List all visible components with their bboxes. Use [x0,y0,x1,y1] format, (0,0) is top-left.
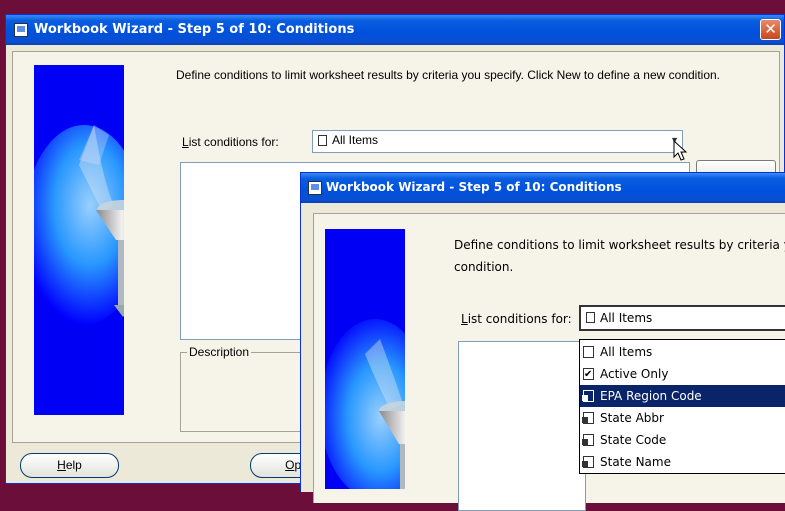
dropdown-item-state-name[interactable]: State Name [580,451,785,473]
locked-item-icon [582,390,594,402]
dropdown-item-state-code[interactable]: State Code [580,429,785,451]
conditions-dropdown-list[interactable]: All Items Active Only EPA Region Code St… [579,339,785,474]
document-icon [583,346,594,358]
front-content-panel: Define conditions to limit worksheet res… [313,213,785,511]
locked-item-icon [582,434,594,446]
locked-item-icon [582,412,594,424]
wizard-app-icon [14,23,28,37]
back-description-text: Define conditions to limit worksheet res… [176,68,721,82]
back-title-bar[interactable]: Workbook Wizard - Step 5 of 10: Conditio… [6,15,784,45]
dropdown-item-epa-region-code[interactable]: EPA Region Code [580,385,785,407]
dropdown-item-all-items[interactable]: All Items [580,341,785,363]
front-title-bar[interactable]: Workbook Wizard - Step 5 of 10: Conditio… [301,173,785,203]
front-list-conditions-combo[interactable]: All Items [579,305,785,331]
help-button[interactable]: Help [20,453,119,478]
back-list-conditions-combo[interactable]: All Items ▼ [312,130,683,153]
back-window-title: Workbook Wizard - Step 5 of 10: Conditio… [34,22,355,37]
close-button[interactable]: ✕ [760,19,781,40]
front-wizard-window: Workbook Wizard - Step 5 of 10: Conditio… [300,172,785,511]
locked-item-icon [582,456,594,468]
document-icon [318,135,327,146]
dropdown-item-active-only[interactable]: Active Only [580,363,785,386]
funnel-graphic [325,229,405,489]
wizard-app-icon [308,181,322,195]
mouse-pointer-icon [673,140,688,161]
front-description-text: Define conditions to limit worksheet res… [454,238,785,274]
front-window-title: Workbook Wizard - Step 5 of 10: Conditio… [326,180,622,194]
front-conditions-list[interactable] [458,341,586,511]
dropdown-item-state-abbr[interactable]: State Abbr [580,407,785,429]
funnel-graphic [34,65,124,415]
back-list-conditions-label: List conditions for: [182,135,279,149]
checkbox-icon [583,364,594,386]
front-list-conditions-label: List conditions for: [461,312,572,326]
document-icon [586,312,595,323]
